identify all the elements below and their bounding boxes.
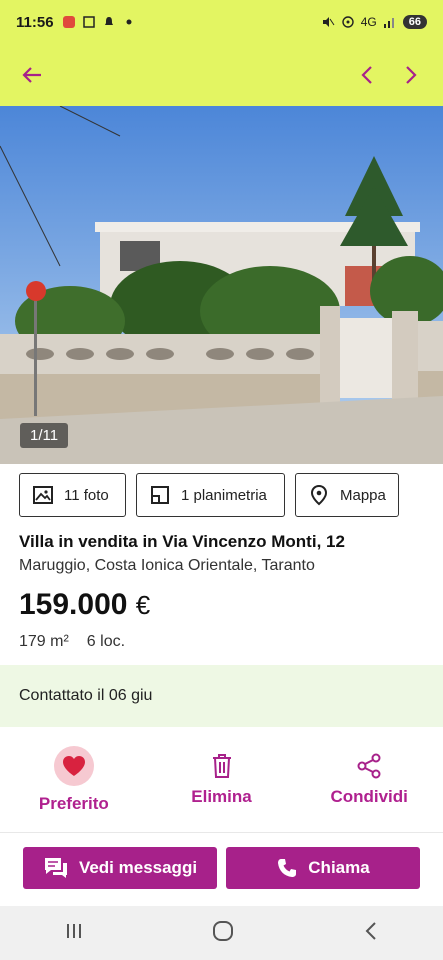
favorite-label: Preferito [38, 793, 109, 813]
favorite-icon-bg [53, 745, 94, 786]
villa-photo-illustration [0, 106, 443, 464]
listing-location: Maruggio, Costa Ionica Orientale, Tarant… [19, 557, 315, 574]
next-listing-button[interactable] [389, 53, 433, 97]
share-icon [357, 753, 381, 778]
heart-icon [62, 755, 85, 776]
map-chip[interactable]: Mappa [295, 473, 399, 517]
photo-counter: 1/11 [20, 423, 69, 448]
listing-title: Villa in vendita in Via Vincenzo Monti, … [19, 532, 345, 551]
photos-chip[interactable]: 11 foto [19, 473, 126, 517]
favorite-button[interactable]: Preferito [0, 727, 148, 832]
phone-icon [278, 859, 297, 877]
cta-row: Vedi messaggi Chiama [23, 847, 420, 889]
screenshot-icon [82, 16, 95, 28]
back-button[interactable] [10, 53, 54, 97]
floorplan-icon [151, 486, 169, 504]
map-chip-label: Mappa [340, 486, 386, 504]
chat-icon [44, 858, 67, 878]
delete-label: Elimina [191, 786, 252, 806]
home-button[interactable] [212, 920, 234, 947]
location-pin-icon [310, 484, 328, 506]
rooms-feature: 6 loc. [86, 633, 126, 650]
status-notification-icons [62, 15, 136, 29]
back-chevron-icon [365, 921, 376, 940]
area-feature: 179 m² [19, 633, 69, 650]
listing-photo[interactable]: 1/11 [0, 106, 443, 464]
app-notification-icon [62, 16, 75, 28]
status-bar: 11:56 4G 66 [0, 0, 443, 44]
signal-icon [383, 18, 394, 28]
system-nav-bar [0, 906, 443, 960]
bell-icon [104, 17, 113, 25]
listing-price: 159.000 € [19, 588, 150, 622]
call-label: Chiama [308, 858, 370, 877]
media-chips: 11 foto 1 planimetria Mappa [19, 473, 399, 517]
arrow-left-icon [22, 67, 41, 83]
contact-status-banner: Contattato il 06 giu [0, 665, 443, 727]
floorplan-chip[interactable]: 1 planimetria [136, 473, 285, 517]
delete-button[interactable]: Elimina [148, 727, 296, 832]
hotspot-icon [342, 16, 354, 28]
trash-icon [212, 753, 231, 778]
view-messages-label: Vedi messaggi [78, 858, 198, 877]
mute-icon [322, 17, 335, 27]
dot-icon [126, 19, 132, 25]
listing-features: 179 m² 6 loc. [19, 633, 125, 651]
call-button[interactable]: Chiama [226, 847, 420, 889]
view-messages-button[interactable]: Vedi messaggi [23, 847, 217, 889]
network-type: 4G [360, 15, 377, 29]
contact-status-text: Contattato il 06 giu [19, 687, 153, 704]
recent-apps-button[interactable] [64, 921, 84, 946]
image-icon [33, 486, 53, 504]
floorplan-chip-label: 1 planimetria [181, 486, 267, 504]
listing-actions: Preferito Elimina Condividi [0, 727, 443, 832]
app-bar [0, 44, 443, 106]
actions-divider [0, 832, 443, 833]
home-icon [213, 920, 234, 941]
share-label: Condividi [330, 786, 408, 806]
price-value: 159.000 [19, 588, 128, 621]
photos-chip-label: 11 foto [64, 486, 109, 504]
system-back-button[interactable] [363, 921, 379, 946]
status-time: 11:56 [16, 13, 54, 31]
price-currency: € [135, 590, 151, 620]
share-button[interactable]: Condividi [295, 727, 443, 832]
previous-listing-button[interactable] [345, 53, 389, 97]
chevron-left-icon [361, 66, 372, 84]
recent-apps-icon [67, 923, 82, 938]
status-system-icons: 4G 66 [321, 15, 427, 29]
chevron-right-icon [406, 66, 417, 84]
battery-level: 66 [402, 15, 427, 29]
